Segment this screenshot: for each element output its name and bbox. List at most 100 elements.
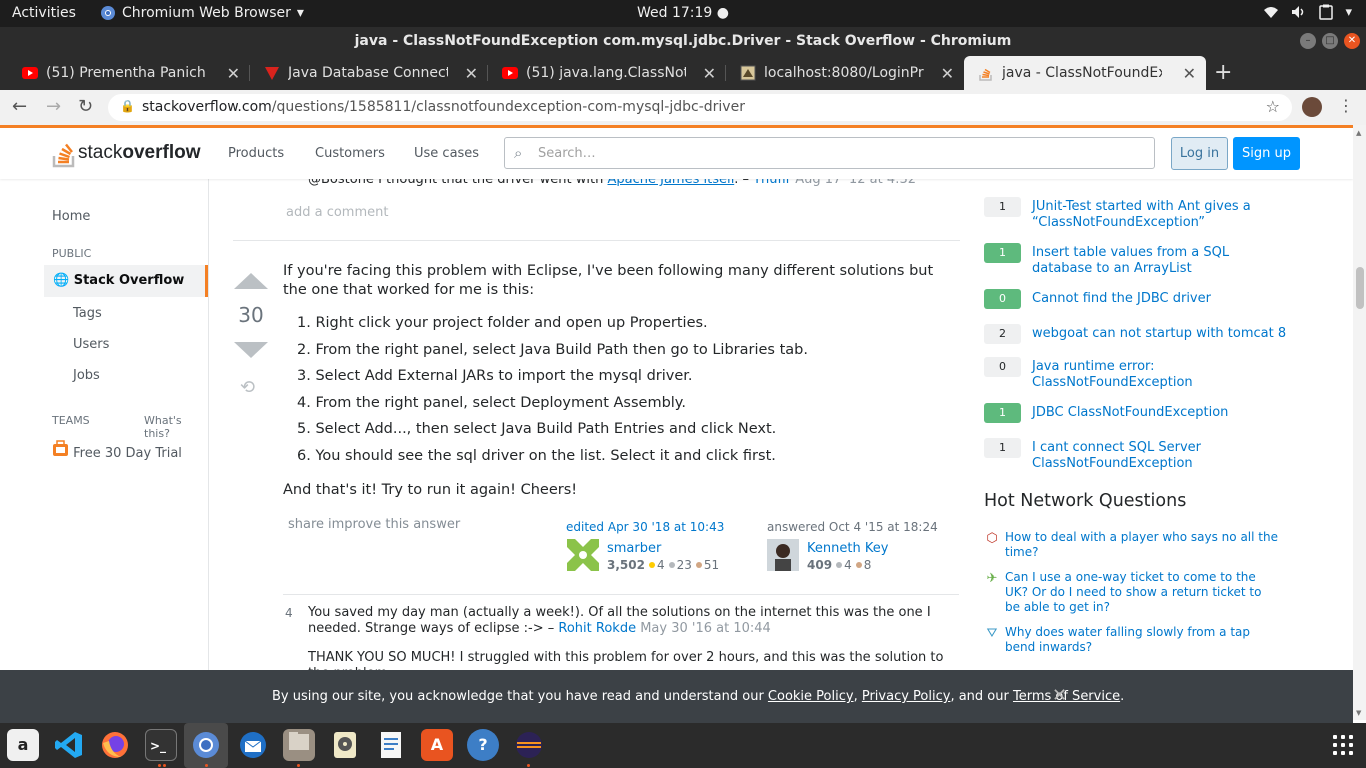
editor-avatar[interactable] (567, 539, 599, 571)
maximize-button[interactable]: □ (1322, 33, 1338, 49)
close-tab-icon[interactable]: ✕ (227, 64, 240, 83)
close-tab-icon[interactable]: ✕ (941, 64, 954, 83)
editor-name[interactable]: smarber (607, 541, 661, 556)
eclipse-icon[interactable] (513, 729, 545, 761)
related-link[interactable]: JUnit-Test started with Ant gives a “Cla… (1032, 199, 1287, 231)
comment-user[interactable]: Rohit Rokde (558, 621, 636, 636)
close-tab-icon[interactable]: ✕ (1183, 64, 1196, 83)
page-scrollbar[interactable]: ▲ ▼ (1353, 125, 1366, 720)
upvote-button[interactable] (234, 273, 268, 289)
close-tab-icon[interactable]: ✕ (703, 64, 716, 83)
logo-text-stack: stack (78, 142, 123, 163)
thunderbird-icon[interactable] (237, 729, 269, 761)
clipboard-icon (1319, 4, 1334, 20)
reload-icon[interactable]: ↻ (78, 96, 93, 117)
edited-date[interactable]: edited Apr 30 '18 at 10:43 (566, 520, 724, 534)
add-comment-link[interactable]: add a comment (286, 205, 388, 220)
tab-stackoverflow-active[interactable]: java - ClassNotFoundExce ✕ (964, 56, 1206, 90)
scrollbar-thumb[interactable] (1356, 267, 1364, 309)
related-link[interactable]: Insert table values from a SQL database … (1032, 245, 1287, 277)
share-link[interactable]: share (288, 517, 324, 532)
answer-count-badge: 1 (984, 243, 1021, 263)
clock[interactable]: Wed 17:19 (637, 5, 712, 21)
silver-badge-icon (836, 562, 843, 568)
comment-text: THANK YOU SO MUCH! I struggled with this… (308, 650, 944, 670)
comment-body: You saved my day man (actually a week!).… (308, 605, 958, 637)
hnq-link[interactable]: Why does water falling slowly from a tap… (1005, 625, 1280, 655)
chromium-icon (101, 6, 115, 20)
sidebar-item-jobs[interactable]: Jobs (73, 368, 100, 383)
forward-arrow-icon[interactable]: → (46, 96, 61, 117)
chromium-icon[interactable] (190, 729, 222, 761)
cookie-policy-link[interactable]: Cookie Policy (768, 689, 854, 704)
related-link[interactable]: I cant connect SQL Server ClassNotFoundE… (1032, 440, 1287, 472)
scroll-up-arrow-icon[interactable]: ▲ (1356, 129, 1361, 137)
author-name[interactable]: Kenneth Key (807, 541, 888, 556)
related-link[interactable]: Java runtime error: ClassNotFoundExcepti… (1032, 359, 1287, 391)
comment-score: 4 (285, 606, 293, 620)
browser-menu-icon[interactable]: ⋮ (1338, 96, 1354, 115)
sidebar-item-stack-overflow[interactable]: 🌐 Stack Overflow (44, 265, 208, 297)
scroll-down-arrow-icon[interactable]: ▼ (1356, 709, 1361, 717)
related-link[interactable]: JDBC ClassNotFoundException (1032, 405, 1287, 421)
sidebar-item-users[interactable]: Users (73, 337, 109, 352)
list-item: 3. Select Add External JARs to import th… (297, 368, 693, 384)
improve-answer-link[interactable]: improve this answer (328, 517, 460, 532)
files-icon[interactable] (283, 729, 315, 761)
close-tab-icon[interactable]: ✕ (465, 64, 478, 83)
login-button[interactable]: Log in (1171, 137, 1228, 170)
activities-button[interactable]: Activities (12, 5, 76, 21)
address-bar[interactable]: 🔒 stackoverflow.com/questions/1585811/cl… (108, 94, 1292, 121)
hnq-link[interactable]: Can I use a one-way ticket to come to th… (1005, 570, 1280, 615)
vscode-icon[interactable] (53, 729, 85, 761)
tab-javatpoint[interactable]: Java Database Connectivi ✕ (250, 56, 488, 90)
sidebar-item-tags[interactable]: Tags (73, 306, 102, 321)
editor-rep-value: 3,502 (607, 558, 645, 572)
tab-youtube-1[interactable]: (51) Prementha Panichese ✕ (8, 56, 250, 90)
disk-icon[interactable] (329, 729, 361, 761)
related-link[interactable]: webgoat can not startup with tomcat 8 (1032, 326, 1287, 342)
close-icon[interactable]: ✕ (1052, 685, 1067, 706)
bookmark-star-icon[interactable]: ☆ (1266, 97, 1280, 116)
youtube-icon (502, 67, 518, 79)
amazon-icon[interactable]: a (7, 729, 39, 761)
comments-divider (283, 594, 959, 595)
signup-button[interactable]: Sign up (1233, 137, 1300, 170)
profile-avatar[interactable] (1302, 97, 1322, 117)
tab-localhost[interactable]: localhost:8080/LoginProj ✕ (726, 56, 964, 90)
search-input[interactable]: ⌕ Search… (504, 137, 1155, 169)
author-avatar[interactable] (767, 539, 799, 571)
window-title-bar[interactable]: java - ClassNotFoundException com.mysql.… (0, 27, 1366, 56)
comment-body: THANK YOU SO MUCH! I struggled with this… (308, 650, 958, 670)
sidebar-item-home[interactable]: Home (52, 209, 90, 224)
lock-icon[interactable]: 🔒 (120, 99, 135, 113)
stackoverflow-logo[interactable]: stack overflow (52, 138, 200, 168)
nav-products[interactable]: Products (228, 146, 284, 161)
comment-date[interactable]: May 30 '16 at 10:44 (640, 621, 771, 636)
app-menu[interactable]: Chromium Web Browser ▾ (100, 5, 304, 21)
privacy-policy-link[interactable]: Privacy Policy (862, 689, 951, 704)
downvote-button[interactable] (234, 342, 268, 358)
new-tab-button[interactable]: + (1214, 60, 1232, 85)
terminal-icon[interactable]: >_ (145, 729, 177, 761)
tab-youtube-2[interactable]: (51) java.lang.ClassNotFo ✕ (488, 56, 726, 90)
related-link[interactable]: Cannot find the JDBC driver (1032, 291, 1287, 307)
minimize-button[interactable]: – (1300, 33, 1316, 49)
silver-badge-icon (668, 562, 675, 568)
hnq-link[interactable]: How to deal with a player who says no al… (1005, 530, 1280, 560)
nav-use-cases[interactable]: Use cases (414, 146, 479, 161)
help-icon[interactable]: ? (467, 729, 499, 761)
close-window-button[interactable]: ✕ (1344, 33, 1360, 49)
nav-customers[interactable]: Customers (315, 146, 385, 161)
history-icon[interactable]: ⟲ (240, 377, 255, 398)
url-text[interactable]: stackoverflow.com/questions/1585811/clas… (142, 99, 745, 115)
system-tray[interactable]: ▾ (1263, 4, 1352, 20)
sidebar-item-free-trial[interactable]: Free 30 Day Trial (52, 440, 182, 461)
teams-whats-this-link[interactable]: What's this? (144, 414, 208, 440)
firefox-icon[interactable] (99, 729, 131, 761)
edited-link[interactable]: edited Apr 30 '18 at 10:43 (566, 520, 724, 534)
back-arrow-icon[interactable]: ← (12, 96, 27, 117)
text-editor-icon[interactable] (375, 729, 407, 761)
software-icon[interactable]: A (421, 729, 453, 761)
show-apps-icon[interactable] (1333, 735, 1353, 755)
